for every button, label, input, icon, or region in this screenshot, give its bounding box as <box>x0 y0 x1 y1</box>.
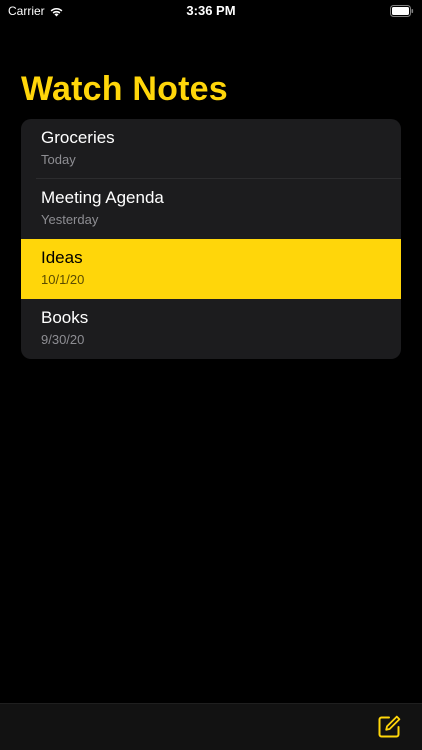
note-title: Meeting Agenda <box>41 188 164 207</box>
list-item-books[interactable]: Books 9/30/20 <box>21 299 401 359</box>
note-date: 10/1/20 <box>41 272 85 287</box>
battery-icon <box>390 5 414 17</box>
status-bar: Carrier 3:36 PM <box>0 0 422 24</box>
note-date: Today <box>41 152 76 167</box>
compose-button[interactable] <box>376 714 402 740</box>
bottom-toolbar <box>0 703 422 750</box>
page-title: Watch Notes <box>21 70 228 108</box>
list-item-meeting-agenda[interactable]: Meeting Agenda Yesterday <box>21 179 401 239</box>
note-title: Books <box>41 308 89 327</box>
list-item-groceries[interactable]: Groceries Today <box>21 119 401 179</box>
note-title: Ideas <box>41 248 83 267</box>
notes-list: Groceries Today Meeting Agenda Yesterday… <box>21 119 401 359</box>
note-date: Yesterday <box>41 212 99 227</box>
status-clock: 3:36 PM <box>186 3 236 18</box>
note-title: Groceries <box>41 128 115 147</box>
list-item-ideas[interactable]: Ideas 10/1/20 <box>21 239 401 299</box>
note-date: 9/30/20 <box>41 332 85 347</box>
compose-icon <box>378 715 401 738</box>
